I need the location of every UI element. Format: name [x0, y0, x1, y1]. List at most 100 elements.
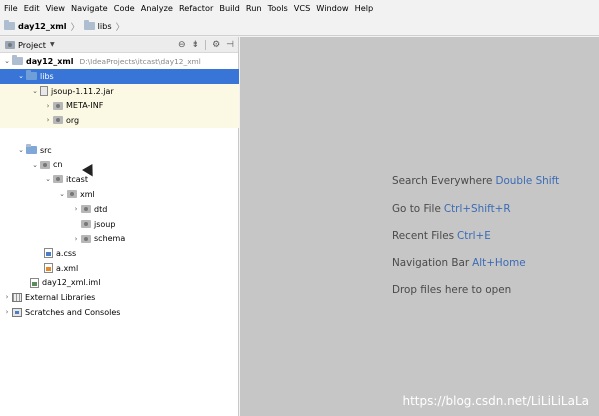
tree-item-schema[interactable]: › schema — [0, 232, 239, 247]
tree-item-meta-inf[interactable]: › META-INF — [0, 98, 239, 114]
breadcrumb-folder[interactable]: libs — [83, 20, 112, 31]
hint-shortcut: Ctrl+Shift+R — [443, 203, 511, 215]
hint-text: Navigation Bar — [392, 257, 470, 269]
tree-item-path: D:\IdeaProjects\itcast\day12_xml — [79, 56, 201, 66]
tree-item-label: org — [66, 115, 80, 125]
tree-item-src[interactable]: ⌄ src — [0, 143, 239, 158]
tree-item-label: Scratches and Consoles — [25, 307, 121, 317]
tree-item-a-css[interactable]: a.css — [0, 246, 239, 261]
watermark: https://blog.csdn.net/LiLiLiLaLa — [402, 394, 590, 408]
tree-item-label: xml — [80, 189, 95, 199]
tree-item-cn[interactable]: ⌄ cn — [0, 158, 239, 173]
expanded-arrow-icon[interactable]: ⌄ — [2, 57, 12, 65]
menu-build[interactable]: Build — [219, 0, 240, 17]
tree-item-libs[interactable]: ⌄ libs — [0, 69, 239, 84]
tree-item-label: day12_xml — [26, 56, 74, 66]
breadcrumb-folder-label: libs — [97, 21, 112, 31]
menu-code[interactable]: Code — [114, 0, 135, 17]
menu-file[interactable]: File — [4, 0, 18, 17]
collapse-all-icon[interactable]: ⇟ — [192, 40, 200, 50]
package-icon — [53, 175, 63, 184]
folder-icon — [83, 20, 95, 30]
folder-icon — [26, 70, 37, 81]
locate-file-icon[interactable]: ⊖ — [178, 40, 186, 50]
collapsed-arrow-icon[interactable]: › — [2, 293, 12, 301]
expanded-arrow-icon[interactable]: ⌄ — [43, 175, 53, 183]
toolbar-divider — [205, 40, 207, 50]
folder-icon — [4, 20, 15, 30]
tree-item-root[interactable]: ⌄ day12_xml D:\IdeaProjects\itcast\day12… — [0, 54, 239, 69]
menu-bar: File Edit View Navigate Code Analyze Ref… — [0, 0, 599, 17]
tree-item-xml[interactable]: ⌄ xml — [0, 187, 239, 202]
hint-shortcut: Alt+Home — [472, 257, 526, 269]
hint-recent-files: Recent Files Ctrl+E — [392, 230, 491, 242]
xml-file-icon — [44, 263, 53, 274]
tree-item-label: a.xml — [56, 263, 79, 273]
expanded-arrow-icon[interactable]: ⌄ — [16, 72, 26, 80]
package-icon — [53, 101, 63, 110]
menu-help[interactable]: Help — [355, 0, 374, 17]
tree-item-label: jsoup-1.11.2.jar — [51, 86, 114, 96]
menu-view[interactable]: View — [46, 0, 65, 17]
library-icon — [12, 292, 22, 302]
tree-item-label: cn — [53, 160, 63, 170]
expanded-arrow-icon[interactable]: ⌄ — [30, 87, 40, 95]
package-icon — [81, 234, 91, 243]
package-icon — [53, 116, 63, 125]
menu-tools[interactable]: Tools — [268, 0, 288, 17]
collapsed-arrow-icon[interactable]: › — [2, 308, 12, 316]
collapsed-arrow-icon[interactable]: › — [71, 205, 81, 213]
tree-item-jar[interactable]: ⌄ jsoup-1.11.2.jar — [0, 84, 239, 99]
panel-toolbar: ⊖ ⇟ ⚙ ⊣ — [178, 37, 234, 53]
breadcrumb-project-label: day12_xml — [18, 21, 67, 31]
menu-edit[interactable]: Edit — [24, 0, 40, 17]
expanded-arrow-icon[interactable]: ⌄ — [57, 190, 67, 198]
package-icon — [81, 205, 91, 214]
tree-item-label: dtd — [94, 204, 108, 214]
hint-shortcut: Ctrl+E — [457, 230, 491, 242]
tree-item-scratches[interactable]: › Scratches and Consoles — [0, 305, 239, 320]
hide-panel-icon[interactable]: ⊣ — [226, 40, 234, 50]
tree-item-label: External Libraries — [25, 292, 96, 302]
expanded-arrow-icon[interactable]: ⌄ — [30, 161, 40, 169]
tree-item-label: day12_xml.iml — [42, 278, 101, 288]
collapsed-arrow-icon[interactable]: › — [43, 116, 53, 124]
hint-text: Drop files here to open — [392, 284, 512, 296]
source-folder-icon — [26, 144, 37, 155]
menu-analyze[interactable]: Analyze — [141, 0, 173, 17]
hint-navigation-bar: Navigation Bar Alt+Home — [392, 257, 526, 269]
tree-item-label: src — [40, 145, 52, 155]
tree-item-org[interactable]: › org — [0, 113, 239, 128]
hint-drop-files: Drop files here to open — [392, 284, 511, 296]
collapsed-arrow-icon[interactable]: › — [43, 102, 53, 110]
tree-item-label: jsoup — [94, 219, 116, 229]
menu-run[interactable]: Run — [246, 0, 262, 17]
menu-window[interactable]: Window — [316, 0, 348, 17]
breadcrumb: day12_xml 〉 libs 〉 — [0, 17, 599, 36]
editor-empty-area[interactable]: Search Everywhere Double Shift Go to File… — [240, 37, 599, 416]
tree-item-external-libraries[interactable]: › External Libraries — [0, 290, 239, 305]
tree-item-itcast[interactable]: ⌄ itcast — [0, 172, 239, 187]
package-icon — [40, 160, 50, 169]
tree-item-iml[interactable]: day12_xml.iml — [0, 276, 239, 291]
tree-item-jsoup[interactable]: jsoup — [0, 217, 239, 232]
breadcrumb-project[interactable]: day12_xml — [4, 20, 67, 31]
hint-go-to-file: Go to File Ctrl+Shift+R — [392, 203, 511, 215]
dropdown-arrow-icon[interactable]: ▼ — [50, 41, 55, 48]
project-panel-title[interactable]: Project — [18, 40, 46, 50]
collapsed-arrow-icon[interactable]: › — [71, 235, 81, 243]
expanded-arrow-icon[interactable]: ⌄ — [16, 146, 26, 154]
tree-item-dtd[interactable]: › dtd — [0, 202, 239, 217]
jar-icon — [40, 86, 48, 97]
gear-icon[interactable]: ⚙ — [212, 40, 220, 50]
tree-item-a-xml[interactable]: a.xml — [0, 261, 239, 276]
menu-refactor[interactable]: Refactor — [179, 0, 213, 17]
module-folder-icon — [12, 55, 23, 66]
scratches-icon — [12, 307, 22, 317]
menu-vcs[interactable]: VCS — [294, 0, 311, 17]
menu-navigate[interactable]: Navigate — [71, 0, 108, 17]
project-panel: Project ▼ ⊖ ⇟ ⚙ ⊣ ⌄ day12_xml D:\IdeaPro… — [0, 37, 239, 416]
chevron-right-icon: 〉 — [70, 22, 80, 33]
tree-item-label: META-INF — [66, 101, 104, 111]
hint-text: Recent Files — [392, 230, 455, 242]
